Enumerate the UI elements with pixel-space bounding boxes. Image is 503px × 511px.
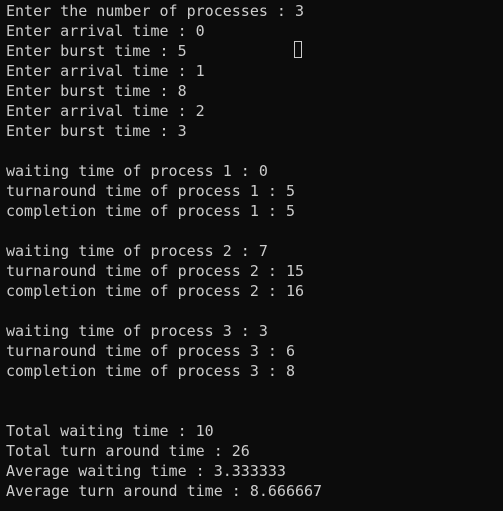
console-line: completion time of process 3 : 8: [6, 362, 295, 380]
console-line: Enter burst time : 5: [6, 42, 187, 60]
console-line: Enter burst time : 8: [6, 82, 187, 100]
console-line: waiting time of process 3 : 3: [6, 322, 268, 340]
console-line: Enter arrival time : 1: [6, 62, 205, 80]
console-line: Total turn around time : 26: [6, 442, 250, 460]
console-line: Enter the number of processes : 3: [6, 2, 305, 20]
console-line: Enter arrival time : 2: [6, 102, 205, 120]
console-line: waiting time of process 2 : 7: [6, 242, 268, 260]
console-line: Enter arrival time : 0: [6, 22, 205, 40]
console-line: completion time of process 1 : 5: [6, 202, 295, 220]
console-line: completion time of process 2 : 16: [6, 282, 305, 300]
text-cursor: [294, 41, 302, 58]
console-line: waiting time of process 1 : 0: [6, 162, 268, 180]
console-line: Total waiting time : 10: [6, 422, 214, 440]
console-output[interactable]: Enter the number of processes : 3 Enter …: [0, 0, 503, 511]
console-line: Average waiting time : 3.333333: [6, 462, 286, 480]
console-line: Enter burst time : 3: [6, 122, 187, 140]
console-line: turnaround time of process 2 : 15: [6, 262, 305, 280]
console-line: turnaround time of process 3 : 6: [6, 342, 295, 360]
console-line: turnaround time of process 1 : 5: [6, 182, 295, 200]
console-line: Average turn around time : 8.666667: [6, 482, 323, 500]
